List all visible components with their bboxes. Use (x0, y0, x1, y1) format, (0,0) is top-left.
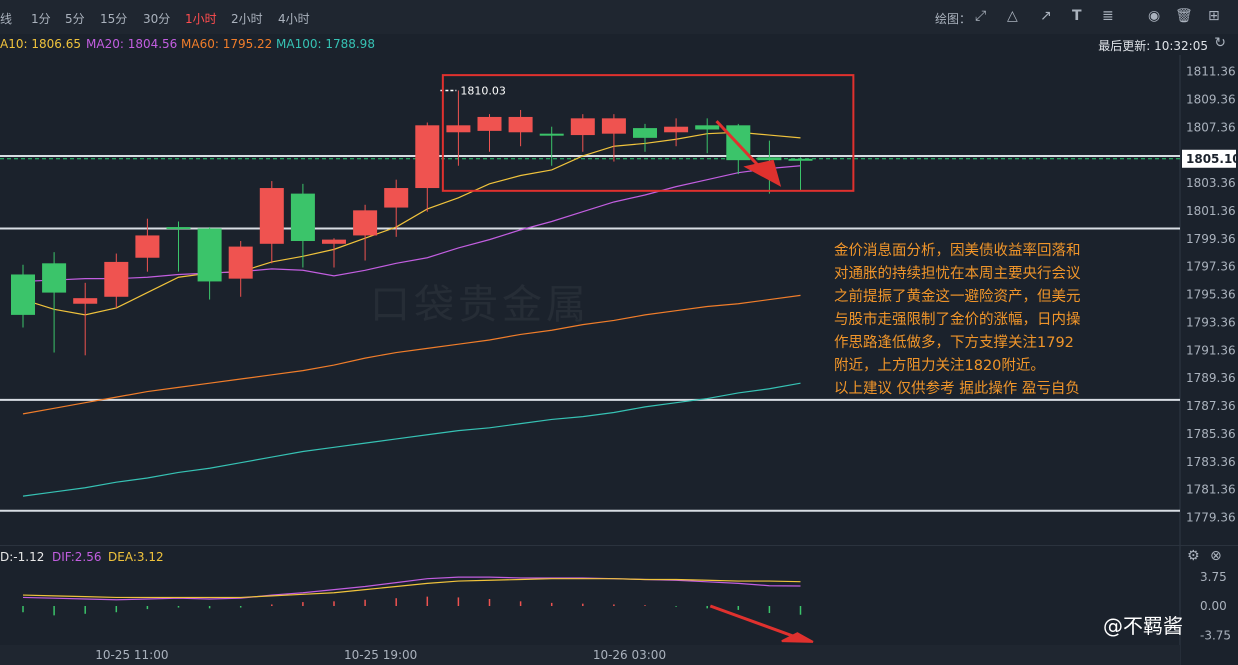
price-tick-label: 1795.36 (1186, 288, 1236, 302)
candle-body (757, 157, 782, 161)
candle-body (353, 210, 378, 236)
candle-body (135, 235, 160, 258)
candle-body (601, 118, 626, 134)
macd-label: D:-1.12 (0, 550, 45, 564)
time-axis (0, 645, 1180, 665)
price-tick-label: 1779.36 (1186, 511, 1236, 525)
price-tick-label: 1811.36 (1186, 65, 1236, 79)
price-tick-label: 1785.36 (1186, 427, 1236, 441)
time-tick-label: 10-25 19:00 (344, 648, 417, 662)
price-tick-label: 1789.36 (1186, 371, 1236, 385)
price-tick-label: 1803.36 (1186, 176, 1236, 190)
price-tick-label: 1797.36 (1186, 260, 1236, 274)
candle-body (228, 246, 253, 279)
candle-body (11, 274, 35, 315)
analysis-text: 金价消息面分析，因美债收益率回落和 对通胀的持续担忧在本周主要央行会议 之前提振… (834, 243, 1081, 397)
candle-body (633, 128, 657, 138)
candle-body (477, 116, 502, 131)
candle-body (42, 263, 67, 293)
ma-line-ma20 (22, 165, 801, 283)
gear-icon[interactable]: ⚙ (1187, 548, 1200, 564)
dea-label: DEA:3.12 (108, 550, 164, 564)
candle-body (695, 125, 720, 130)
time-tick-label: 10-25 11:00 (95, 648, 168, 662)
candle-body (384, 188, 409, 208)
price-tick-label: 1799.36 (1186, 232, 1236, 246)
ma-line-ma10 (22, 131, 801, 316)
candle-body (508, 116, 533, 133)
candle-body (197, 228, 222, 282)
macd-legend: D:-1.12 DIF:2.56 DEA:3.12 ⚙ ⊗ (0, 545, 1238, 568)
candle-body (259, 188, 284, 244)
candle-body (570, 118, 595, 136)
candle-body (664, 126, 689, 133)
price-tick-label: 1801.36 (1186, 204, 1236, 218)
candle-body (788, 158, 813, 161)
candle-body (73, 298, 98, 304)
macd-dif-line (22, 576, 801, 601)
ma-line-ma60 (22, 294, 801, 415)
macd-tick-label: 0.00 (1200, 599, 1227, 613)
macd-tick-label: -3.75 (1200, 628, 1231, 642)
author-watermark: @不羁酱 (1103, 614, 1183, 638)
candle-body (290, 193, 315, 242)
candle-body (446, 125, 471, 133)
analysis-note: 金价消息面分析，因美债收益率回落和 对通胀的持续担忧在本周主要央行会议 之前提振… (834, 240, 1124, 401)
candle-body (166, 227, 191, 230)
price-tick-label: 1807.36 (1186, 120, 1236, 134)
price-tick-label: 1787.36 (1186, 399, 1236, 413)
candle-body (539, 133, 564, 136)
macd-tick-label: 3.75 (1200, 570, 1227, 584)
macd-arrow-shaft (709, 604, 802, 641)
candle-body (104, 261, 129, 297)
dif-label: DIF:2.56 (52, 550, 102, 564)
price-tick-label: 1793.36 (1186, 315, 1236, 329)
price-tick-label: 1791.36 (1186, 343, 1236, 357)
close-icon[interactable]: ⊗ (1210, 548, 1222, 564)
price-tick-label: 1809.36 (1186, 92, 1236, 106)
macd-dea-line (22, 578, 801, 599)
candle-body (415, 125, 440, 189)
candle-body (322, 239, 346, 244)
high-price-label: 1810.03 (460, 84, 506, 97)
time-tick-label: 10-26 03:00 (593, 648, 666, 662)
price-tick-label: 1781.36 (1186, 483, 1236, 497)
price-tick-label: 1783.36 (1186, 455, 1236, 469)
trend-arrow-head (743, 159, 782, 187)
current-price-label: 1805.10 (1186, 152, 1238, 166)
